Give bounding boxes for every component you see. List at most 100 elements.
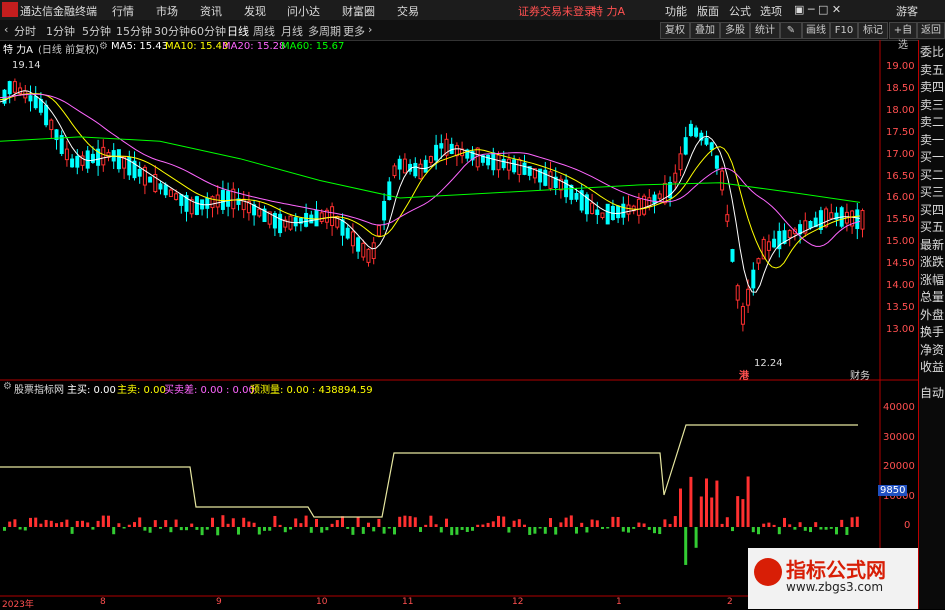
button-adjust[interactable]: 复权 bbox=[660, 22, 690, 39]
volume-bar bbox=[497, 515, 500, 527]
tab-5min[interactable]: 5分钟 bbox=[82, 23, 111, 39]
side-item-4[interactable]: 卖二 bbox=[919, 114, 945, 130]
button-multi-stock[interactable]: 多股 bbox=[720, 22, 750, 39]
price-tick: 19.00 bbox=[886, 61, 915, 72]
menu-guest[interactable]: 游客 bbox=[896, 3, 918, 19]
button-statistics[interactable]: 统计 bbox=[750, 22, 780, 39]
tab-multi-period[interactable]: 多周期 bbox=[308, 23, 341, 39]
menu-layout[interactable]: 版面 bbox=[697, 3, 719, 19]
left-arrow-icon[interactable]: ‹ bbox=[4, 23, 8, 36]
tab-60min[interactable]: 60分钟 bbox=[190, 23, 226, 39]
high-price-marker: 19.14 bbox=[12, 60, 41, 71]
volume-bar bbox=[283, 527, 287, 533]
side-item-1[interactable]: 卖五 bbox=[919, 62, 945, 78]
menu-options[interactable]: 选项 bbox=[760, 3, 782, 19]
side-item-14[interactable]: 总量 bbox=[919, 289, 945, 305]
tab-daily[interactable]: 日线 bbox=[227, 23, 249, 39]
menu-formula[interactable]: 公式 bbox=[729, 3, 751, 19]
menu-item-market[interactable]: 行情 bbox=[112, 3, 134, 19]
menu-item-trade[interactable]: 交易 bbox=[397, 3, 419, 19]
tab-1min[interactable]: 1分钟 bbox=[46, 23, 75, 39]
side-item-8[interactable]: 买三 bbox=[919, 184, 945, 200]
side-item-17[interactable]: 净资 bbox=[919, 342, 945, 358]
side-item-11[interactable]: 最新 bbox=[919, 237, 945, 253]
volume-bar bbox=[304, 515, 308, 527]
menu-function[interactable]: 功能 bbox=[665, 3, 687, 19]
button-draw-line[interactable]: 画线 bbox=[802, 22, 830, 39]
side-item-19[interactable]: 自动 bbox=[919, 385, 945, 401]
login-status[interactable]: 证券交易未登录 bbox=[518, 3, 595, 19]
tab-monthly[interactable]: 月线 bbox=[281, 23, 303, 39]
button-back[interactable]: 返回 bbox=[917, 22, 945, 39]
candle bbox=[600, 212, 605, 218]
volume-bar bbox=[107, 515, 110, 527]
tab-30min[interactable]: 30分钟 bbox=[154, 23, 190, 39]
tab-15min[interactable]: 15分钟 bbox=[116, 23, 152, 39]
tab-more[interactable]: 更多 bbox=[343, 23, 365, 39]
candle bbox=[345, 227, 350, 239]
volume-bar bbox=[835, 527, 838, 535]
side-item-9[interactable]: 买四 bbox=[919, 202, 945, 218]
volume-bar bbox=[413, 517, 417, 527]
side-item-7[interactable]: 买二 bbox=[919, 167, 945, 183]
side-item-13[interactable]: 涨幅 bbox=[919, 272, 945, 288]
tab-timeshare[interactable]: 分时 bbox=[14, 23, 36, 39]
candle bbox=[590, 202, 595, 214]
side-item-5[interactable]: 卖一 bbox=[919, 132, 945, 148]
menu-item-markets[interactable]: 市场 bbox=[156, 3, 178, 19]
candle bbox=[418, 163, 423, 180]
volume-bar bbox=[772, 524, 776, 527]
button-mark[interactable]: 标记 bbox=[858, 22, 888, 39]
menu-item-news[interactable]: 资讯 bbox=[200, 3, 222, 19]
price-tick: 15.50 bbox=[886, 214, 915, 226]
button-draw-icon[interactable]: ✎ bbox=[780, 22, 802, 39]
menu-item-wealth[interactable]: 财富圈 bbox=[342, 3, 375, 19]
volume-bar bbox=[153, 520, 157, 527]
window-controls-icon[interactable]: ▣ ─ □ ✕ bbox=[794, 3, 841, 16]
side-item-3[interactable]: 卖三 bbox=[919, 97, 945, 113]
candle bbox=[574, 192, 579, 200]
side-item-15[interactable]: 外盘 bbox=[919, 307, 945, 323]
candle bbox=[860, 210, 865, 230]
volume-bar bbox=[325, 527, 329, 531]
candle bbox=[90, 153, 95, 163]
volume-bar bbox=[263, 527, 266, 531]
side-item-0[interactable]: 委比 bbox=[919, 44, 945, 60]
tab-weekly[interactable]: 周线 bbox=[253, 23, 275, 39]
volume-bar bbox=[803, 527, 807, 531]
volume-bar bbox=[840, 519, 844, 527]
candle bbox=[148, 176, 153, 183]
candle bbox=[522, 162, 527, 175]
side-item-18[interactable]: 收益 bbox=[919, 359, 945, 375]
side-item-12[interactable]: 涨跌 bbox=[919, 254, 945, 270]
candle bbox=[683, 137, 688, 155]
button-f10[interactable]: F10 bbox=[830, 22, 858, 39]
side-item-16[interactable]: 换手 bbox=[919, 324, 945, 340]
volume-bar bbox=[689, 476, 693, 527]
button-overlay[interactable]: 叠加 bbox=[690, 22, 720, 39]
side-item-2[interactable]: 卖四 bbox=[919, 79, 945, 95]
volume-bar bbox=[606, 527, 610, 529]
menu-item-discover[interactable]: 发现 bbox=[244, 3, 266, 19]
candle bbox=[855, 209, 860, 230]
chart-canvas[interactable] bbox=[0, 40, 918, 609]
value-tick: 0 bbox=[904, 520, 911, 531]
volume-bar bbox=[211, 517, 214, 527]
candle bbox=[376, 225, 381, 237]
finance-tag[interactable]: 财务 bbox=[850, 367, 870, 382]
candle bbox=[657, 193, 662, 199]
candle bbox=[70, 158, 75, 168]
button-add-favorite[interactable]: +自选 bbox=[889, 22, 917, 51]
volume-bar bbox=[23, 527, 27, 531]
candle bbox=[704, 137, 709, 145]
volume-bar bbox=[174, 519, 178, 527]
volume-bar bbox=[315, 518, 318, 527]
more-arrow-icon[interactable]: › bbox=[368, 23, 372, 36]
volume-bar bbox=[112, 527, 116, 535]
volume-bar bbox=[855, 516, 859, 527]
side-item-10[interactable]: 买五 bbox=[919, 219, 945, 235]
candle bbox=[506, 158, 511, 171]
candle bbox=[824, 208, 829, 228]
menu-item-xiaoda[interactable]: 问小达 bbox=[287, 3, 320, 19]
side-item-6[interactable]: 买一 bbox=[919, 149, 945, 165]
